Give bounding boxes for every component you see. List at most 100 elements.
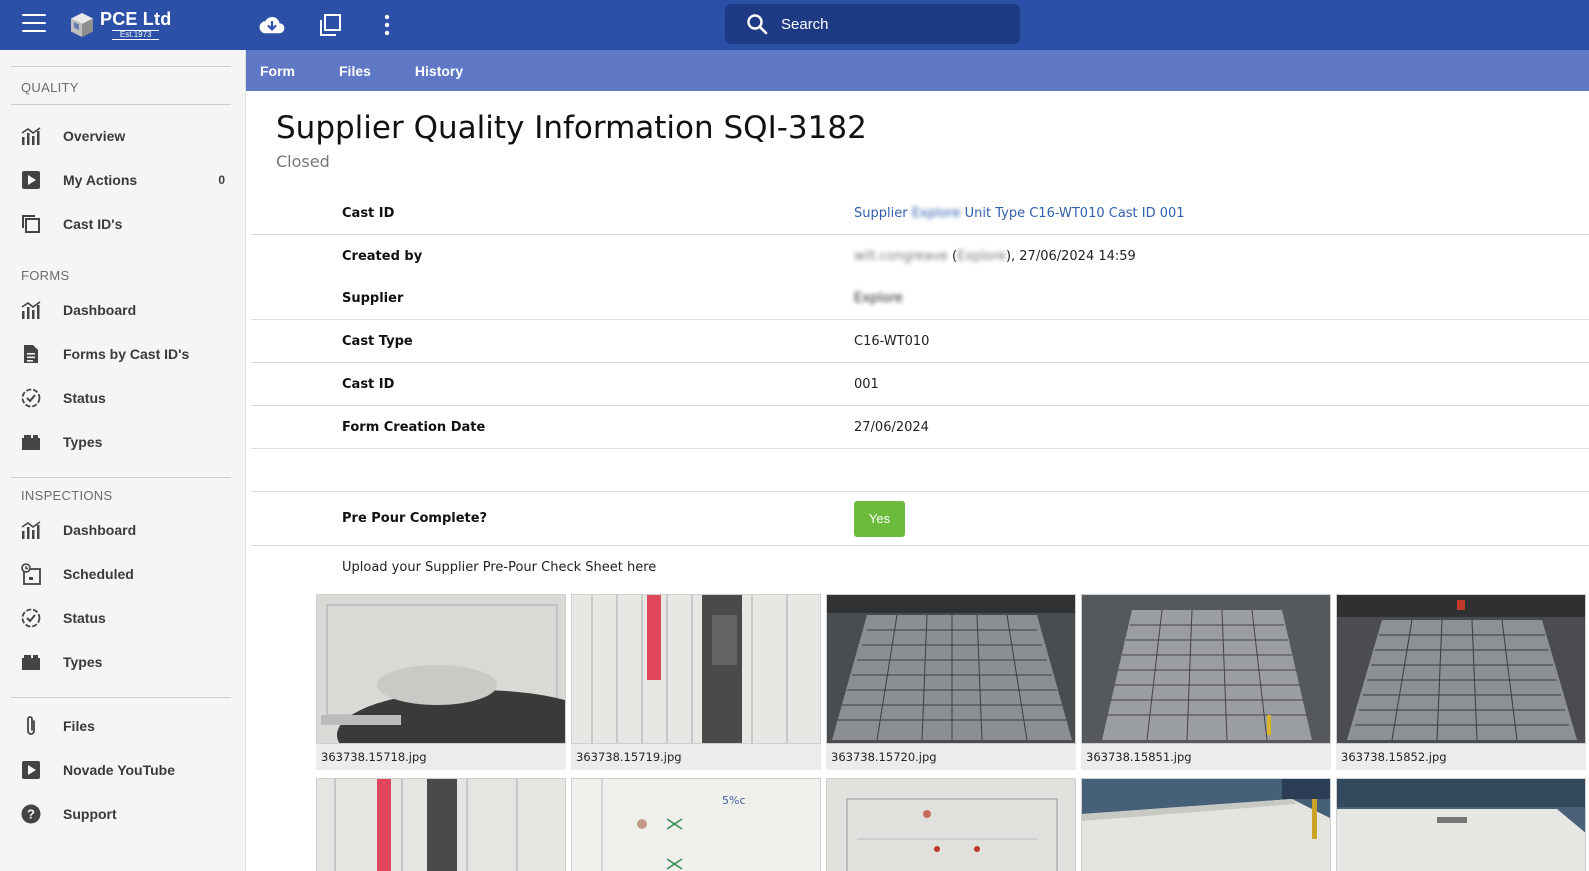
pre-pour-yes-button[interactable]: Yes — [854, 500, 905, 537]
top-app-bar: PCE Ltd Est.1973 — [0, 0, 1589, 50]
photo-thumbnail[interactable]: 5%c — [571, 778, 821, 871]
sidebar-item-support[interactable]: ? Support — [0, 794, 240, 834]
photo-thumbnail[interactable] — [316, 778, 566, 871]
sidebar-item-forms-dashboard[interactable]: Dashboard — [0, 290, 240, 330]
sidebar-divider — [11, 697, 231, 698]
photo-thumbnail[interactable] — [1336, 778, 1586, 871]
sidebar-item-my-actions[interactable]: My Actions 0 — [0, 160, 240, 200]
sidebar-item-label: Forms by Cast ID's — [63, 346, 190, 362]
sidebar-divider — [11, 477, 231, 478]
sidebar-item-label: Files — [63, 718, 95, 734]
field-row-form-creation-date: Form Creation Date 27/06/2024 — [251, 406, 1589, 449]
sidebar-item-label: Dashboard — [63, 522, 137, 538]
photo-thumbnail[interactable] — [1081, 778, 1331, 871]
sidebar-heading-forms: FORMS — [21, 268, 70, 283]
sidebar-item-label: Types — [63, 434, 103, 450]
field-row-created-by: Created by will.congreave (Explore), 27/… — [251, 235, 1589, 278]
thumbnail-caption: 363738.15719.jpg — [576, 750, 682, 764]
search-input[interactable] — [781, 15, 1001, 33]
calendar-clock-icon — [20, 563, 42, 585]
document-icon — [20, 343, 42, 365]
check-circle-icon — [20, 607, 42, 629]
photo-thumbnail[interactable] — [826, 778, 1076, 871]
sidebar-item-scheduled[interactable]: Scheduled — [0, 554, 240, 594]
photo-thumbnail[interactable]: 363738.15851.jpg — [1081, 594, 1331, 770]
sidebar-item-forms-by-cast-ids[interactable]: Forms by Cast ID's — [0, 334, 240, 374]
play-square-icon — [20, 169, 42, 191]
sidebar-item-files[interactable]: Files — [0, 706, 240, 746]
folder-icon — [20, 431, 42, 453]
thumbnail-image: 5%c — [571, 778, 821, 871]
sidebar-item-forms-types[interactable]: Types — [0, 422, 240, 462]
thumbnail-caption: 363738.15718.jpg — [321, 750, 427, 764]
photo-thumbnail[interactable]: 363738.15718.jpg — [316, 594, 566, 770]
play-square-icon — [20, 759, 42, 781]
sidebar-item-label: Cast ID's — [63, 216, 123, 232]
value-text: ), — [1005, 249, 1020, 264]
field-label: Supplier — [342, 291, 404, 306]
thumbnail-image — [826, 594, 1076, 744]
photo-thumbnail[interactable]: 363738.15852.jpg — [1336, 594, 1586, 770]
copy-icon[interactable] — [317, 12, 343, 38]
field-value: 001 — [854, 376, 879, 392]
sidebar-item-novade-youtube[interactable]: Novade YouTube — [0, 750, 240, 790]
upload-label: Upload your Supplier Pre-Pour Check Shee… — [342, 560, 657, 575]
field-value: 27/06/2024 — [854, 419, 929, 435]
field-row-pre-pour: Pre Pour Complete? Yes — [251, 492, 1589, 546]
svg-text:?: ? — [27, 807, 35, 822]
more-vert-icon[interactable] — [374, 12, 400, 38]
tab-form[interactable]: Form — [248, 63, 307, 79]
thumbnail-image — [1336, 778, 1586, 871]
thumbnail-image — [1081, 778, 1331, 871]
tab-files[interactable]: Files — [327, 63, 383, 79]
field-label: Cast ID — [342, 205, 395, 221]
sidebar-item-inspections-status[interactable]: Status — [0, 598, 240, 638]
cube-logo-icon — [71, 13, 93, 37]
sidebar-item-overview[interactable]: Overview — [0, 116, 240, 156]
sidebar-item-label: Scheduled — [63, 566, 134, 582]
link-text: Supplier — [854, 205, 912, 221]
sidebar-heading-quality: QUALITY — [21, 80, 79, 95]
field-label: Cast Type — [342, 333, 413, 349]
status-text: Closed — [276, 152, 330, 171]
value-text: ( — [947, 249, 958, 264]
link-text: Unit Type C16-WT010 Cast ID 001 — [960, 205, 1185, 221]
thumbnail-image — [1081, 594, 1331, 744]
sidebar-item-cast-ids[interactable]: Cast ID's — [0, 204, 240, 244]
cloud-download-icon[interactable] — [259, 12, 285, 38]
thumbnail-caption: 363738.15720.jpg — [831, 750, 937, 764]
sidebar-item-label: Overview — [63, 128, 126, 144]
bar-chart-icon — [20, 519, 42, 541]
sidebar-item-forms-status[interactable]: Status — [0, 378, 240, 418]
field-row-supplier: Supplier Explore — [251, 278, 1589, 320]
sidebar-item-label: Status — [63, 390, 106, 406]
thumbnail-image — [826, 778, 1076, 871]
thumbnail-image — [1336, 594, 1586, 744]
thumbnail-image — [571, 594, 821, 744]
search-bar[interactable] — [725, 4, 1020, 44]
page-title: Supplier Quality Information SQI-3182 — [276, 110, 867, 146]
photo-thumbnail[interactable]: 363738.15719.jpg — [571, 594, 821, 770]
paperclip-icon — [20, 715, 42, 737]
field-row-cast-id-link: Cast ID Supplier Explore Unit Type C16-W… — [251, 192, 1589, 235]
photo-thumbnail[interactable]: 363738.15720.jpg — [826, 594, 1076, 770]
company-logo[interactable]: PCE Ltd Est.1973 — [70, 10, 171, 40]
sidebar-item-label: Support — [63, 806, 117, 822]
field-row-cast-id: Cast ID 001 — [251, 363, 1589, 406]
sidebar-item-inspections-dashboard[interactable]: Dashboard — [0, 510, 240, 550]
cast-id-link[interactable]: Supplier Explore Unit Type C16-WT010 Cas… — [854, 206, 1185, 221]
sidebar-item-inspections-types[interactable]: Types — [0, 642, 240, 682]
bar-chart-icon — [20, 299, 42, 321]
folder-icon — [20, 651, 42, 673]
thumbnail-caption: 363738.15852.jpg — [1341, 750, 1447, 764]
bar-chart-icon — [20, 125, 42, 147]
thumbnail-caption: 363738.15851.jpg — [1086, 750, 1192, 764]
sidebar-heading-inspections: INSPECTIONS — [21, 488, 113, 503]
sidebar-item-label: Dashboard — [63, 302, 137, 318]
thumbnail-image — [316, 594, 566, 744]
field-label: Pre Pour Complete? — [342, 511, 488, 526]
redacted-org: Explore — [957, 249, 1006, 264]
menu-icon[interactable] — [22, 14, 46, 34]
check-circle-icon — [20, 387, 42, 409]
tab-history[interactable]: History — [403, 63, 475, 79]
